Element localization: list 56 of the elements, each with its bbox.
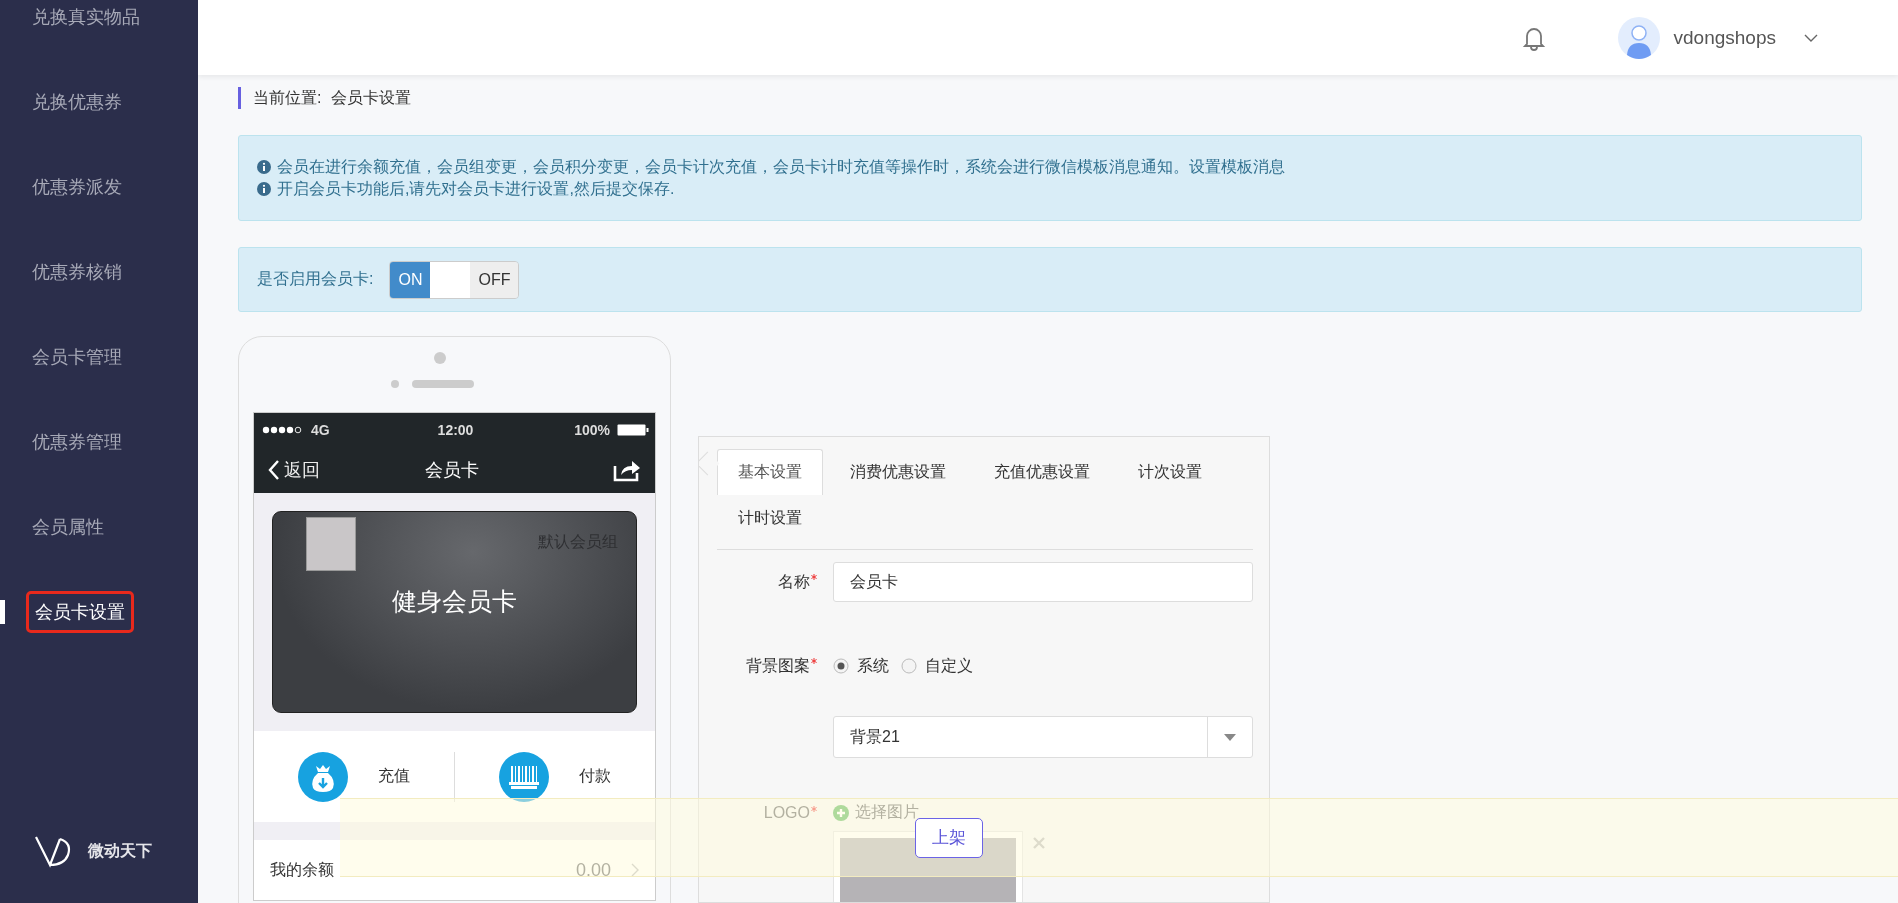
caret-icon xyxy=(1224,733,1236,741)
clock: 12:00 xyxy=(437,422,474,438)
brand-name: 微动天下 xyxy=(88,840,152,861)
user-name[interactable]: vdongshops xyxy=(1673,26,1776,49)
tab[interactable]: 计时设置 xyxy=(717,495,823,541)
background-select[interactable]: 背景21 xyxy=(833,716,1253,758)
enable-label: 是否启用会员卡: xyxy=(257,269,374,289)
tab[interactable]: 基本设置 xyxy=(717,449,823,495)
plus-circle-icon[interactable] xyxy=(833,804,849,821)
action-label[interactable]: 充值 xyxy=(378,766,410,787)
info-icon xyxy=(257,182,271,196)
tab[interactable]: 消费优惠设置 xyxy=(829,449,967,495)
radio-button[interactable] xyxy=(833,658,849,674)
sidebar-item[interactable]: 会员卡管理 xyxy=(32,344,122,369)
breadcrumb-label: 当前位置: xyxy=(253,87,322,108)
sidebar-item[interactable]: 兑换优惠券 xyxy=(32,89,122,114)
sidebar-item[interactable]: 会员属性 xyxy=(32,514,104,539)
money-bag-icon[interactable] xyxy=(298,751,348,802)
field-label: 名称 xyxy=(778,571,810,592)
sidebar-item[interactable]: 优惠券核销 xyxy=(32,259,122,284)
notice-text: 会员在进行余额充值，会员组变更，会员积分变更，会员卡计次充值，会员卡计时充值等操作时，系统会进行微信模板消息通知。设置模板消息 xyxy=(277,157,1285,177)
barcode-icon[interactable] xyxy=(499,751,549,802)
balance-label: 我的余额 xyxy=(270,859,334,880)
balance-value: 0.00 xyxy=(575,859,611,881)
sidebar-item[interactable]: 优惠券派发 xyxy=(32,174,122,199)
avatar-icon[interactable] xyxy=(1617,16,1660,59)
toggle-switch[interactable]: ON OFF xyxy=(389,260,520,299)
notice-text: 开启会员卡功能后,请先对会员卡进行设置,然后提交保存. xyxy=(277,179,675,199)
sidebar-item[interactable]: 兑换真实物品 xyxy=(32,4,140,29)
field-label: LOGO xyxy=(763,803,810,822)
photo-placeholder xyxy=(306,517,356,571)
back-button[interactable]: 返回 xyxy=(268,458,320,482)
active-indicator xyxy=(0,600,5,624)
chevron-left-icon[interactable] xyxy=(268,459,280,481)
sidebar-item[interactable]: 优惠券管理 xyxy=(32,429,122,454)
signal-icon xyxy=(262,426,304,434)
network-label: 4G xyxy=(311,422,330,438)
radio-label[interactable]: 自定义 xyxy=(925,655,973,677)
tab[interactable]: 充值优惠设置 xyxy=(973,449,1111,495)
chevron-right-icon xyxy=(631,863,639,877)
battery-percent: 100% xyxy=(574,422,610,438)
screen-title: 会员卡 xyxy=(424,459,479,482)
radio-button[interactable] xyxy=(901,658,917,674)
breadcrumb-current: 会员卡设置 xyxy=(331,87,412,108)
card-name: 健身会员卡 xyxy=(392,586,517,617)
radio-label[interactable]: 系统 xyxy=(857,655,889,677)
tab[interactable]: 计次设置 xyxy=(1117,449,1223,495)
sidebar-item[interactable]: 会员卡设置 xyxy=(26,590,134,633)
share-icon[interactable] xyxy=(613,458,641,482)
name-input[interactable]: 会员卡 xyxy=(833,562,1253,602)
action-label[interactable]: 付款 xyxy=(579,766,611,787)
publish-button[interactable]: 上架 xyxy=(915,817,983,858)
info-icon xyxy=(257,160,271,174)
field-label: 背景图案 xyxy=(746,655,810,676)
chevron-down-icon[interactable] xyxy=(1804,33,1818,42)
battery-icon xyxy=(617,424,649,436)
